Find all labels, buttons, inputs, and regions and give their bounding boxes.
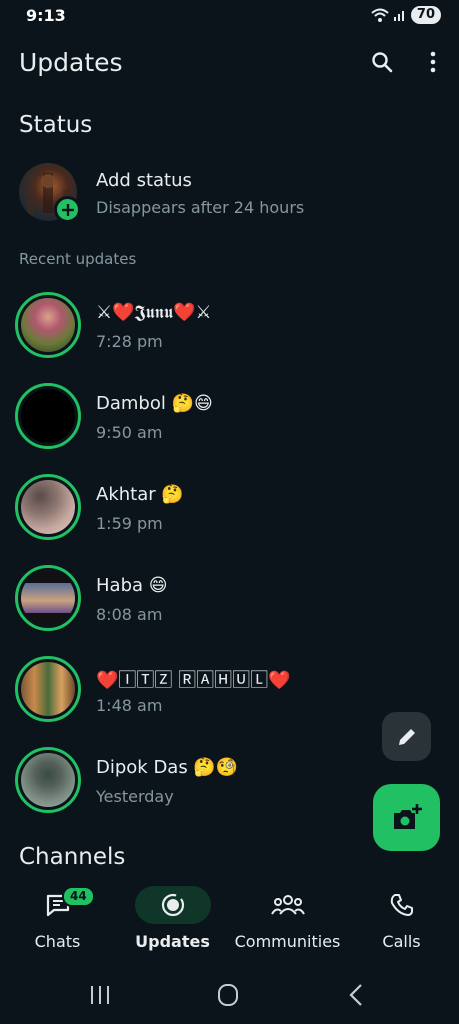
search-icon[interactable] — [370, 50, 394, 74]
status-ring — [15, 656, 81, 722]
nav-communities[interactable]: Communities — [230, 882, 345, 962]
status-ring — [15, 474, 81, 540]
nav-updates-label: Updates — [135, 932, 210, 951]
nav-communities-label: Communities — [234, 932, 341, 951]
signal-icon — [393, 11, 404, 21]
recent-updates-label: Recent updates — [19, 250, 137, 268]
page-title: Updates — [19, 48, 123, 77]
contact-name: Dambol 🤔😄 — [96, 393, 213, 414]
contact-avatar — [21, 662, 75, 716]
back-icon[interactable] — [342, 982, 372, 1008]
clock: 9:13 — [26, 6, 66, 25]
contact-avatar — [21, 480, 75, 534]
status-ring — [15, 292, 81, 358]
phone-icon — [390, 894, 413, 916]
status-icons: 70 — [371, 6, 441, 24]
status-item[interactable]: ⚔❤️𝕵𝖚𝖓𝖚❤️⚔ 7:28 pm — [0, 292, 459, 364]
nav-calls[interactable]: Calls — [344, 882, 459, 962]
status-time: 1:59 pm — [96, 514, 163, 533]
pencil-icon — [398, 728, 415, 745]
contact-avatar — [21, 571, 75, 625]
updates-icon — [161, 893, 184, 917]
status-time: 8:08 am — [96, 605, 163, 624]
status-ring — [15, 565, 81, 631]
channels-heading: Channels — [19, 844, 126, 870]
contact-name: Dipok Das 🤔🧐 — [96, 757, 239, 778]
status-heading: Status — [19, 112, 93, 138]
contact-name: Haba 😄 — [96, 575, 168, 596]
system-navigation-bar — [0, 964, 459, 1024]
nav-chats-label: Chats — [34, 932, 81, 951]
wifi-icon — [371, 8, 389, 22]
status-time: Yesterday — [96, 787, 174, 806]
system-status-bar: 9:13 70 — [0, 0, 459, 32]
more-options-icon[interactable] — [422, 50, 444, 74]
text-status-button[interactable] — [382, 712, 431, 761]
communities-icon — [270, 895, 305, 915]
status-time: 1:48 am — [96, 696, 163, 715]
battery-indicator: 70 — [410, 6, 441, 24]
status-item[interactable]: Akhtar 🤔 1:59 pm — [0, 474, 459, 546]
communities-icon-wrap — [250, 886, 326, 924]
nav-calls-label: Calls — [382, 932, 421, 951]
status-item[interactable]: Haba 😄 8:08 am — [0, 565, 459, 637]
status-ring — [15, 747, 81, 813]
home-icon[interactable] — [213, 982, 243, 1008]
unread-badge: 44 — [62, 886, 95, 907]
add-status-row[interactable]: Add status Disappears after 24 hours — [0, 160, 459, 226]
updates-icon-wrap — [134, 886, 211, 924]
status-ring — [15, 383, 81, 449]
contact-name: ⚔❤️𝕵𝖚𝖓𝖚❤️⚔ — [96, 302, 212, 323]
contact-avatar — [21, 298, 75, 352]
status-time: 7:28 pm — [96, 332, 163, 351]
camera-status-button[interactable] — [373, 784, 440, 851]
camera-plus-icon — [393, 803, 422, 829]
calls-icon-wrap — [364, 886, 440, 924]
contact-avatar — [21, 389, 75, 443]
top-app-bar: Updates — [0, 40, 459, 88]
status-time: 9:50 am — [96, 423, 163, 442]
add-status-label: Add status — [96, 170, 192, 191]
contact-avatar — [21, 753, 75, 807]
add-status-plus-icon[interactable] — [54, 196, 81, 223]
recent-apps-icon[interactable] — [85, 982, 115, 1008]
contact-name: Akhtar 🤔 — [96, 484, 184, 505]
add-status-subtitle: Disappears after 24 hours — [96, 198, 305, 217]
status-item[interactable]: Dambol 🤔😄 9:50 am — [0, 383, 459, 455]
contact-name: ❤️🄸🅃🅉 🅁🄰🄷🅄🄻❤️ — [96, 670, 291, 691]
nav-chats[interactable]: 44 Chats — [0, 882, 115, 962]
nav-updates[interactable]: Updates — [115, 882, 230, 962]
bottom-navigation: 44 Chats Updates Communities Calls — [0, 872, 459, 964]
